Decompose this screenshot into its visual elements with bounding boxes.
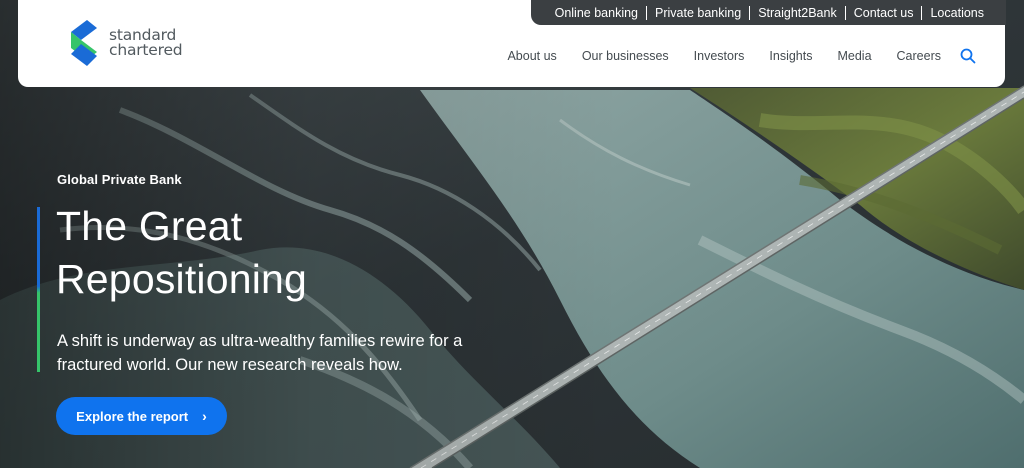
utility-link-contact-us[interactable]: Contact us (844, 5, 922, 20)
hero-headline-line-1: The Great (56, 203, 243, 249)
main-nav: About us Our businesses Investors Insigh… (482, 47, 977, 65)
brand-wordmark: standard chartered (109, 27, 183, 59)
nav-about-us[interactable]: About us (507, 49, 556, 63)
hero-headline: The Great Repositioning (56, 200, 307, 306)
utility-link-straight2bank[interactable]: Straight2Bank (749, 5, 845, 20)
nav-investors[interactable]: Investors (694, 49, 745, 63)
cta-label: Explore the report (76, 408, 189, 424)
nav-media[interactable]: Media (837, 49, 871, 63)
nav-insights[interactable]: Insights (769, 49, 812, 63)
brand-logo[interactable]: standard chartered (67, 18, 183, 68)
utility-link-locations[interactable]: Locations (921, 5, 992, 20)
hero-eyebrow: Global Private Bank (57, 172, 182, 187)
search-button[interactable] (959, 47, 977, 65)
utility-nav: Online banking Private banking Straight2… (530, 0, 1006, 25)
explore-report-button[interactable]: Explore the report › (56, 397, 227, 435)
brand-line-2: chartered (109, 41, 183, 59)
utility-link-online-banking[interactable]: Online banking (547, 6, 646, 20)
nav-our-businesses[interactable]: Our businesses (582, 49, 669, 63)
hero-accent-bar (37, 207, 40, 372)
search-icon (960, 48, 976, 64)
logo-mark-icon (71, 20, 97, 66)
hero-headline-line-2: Repositioning (56, 256, 308, 302)
hero-subtext: A shift is underway as ultra-wealthy fam… (57, 332, 463, 374)
chevron-right-icon: › (202, 408, 207, 424)
nav-careers[interactable]: Careers (897, 49, 941, 63)
utility-link-private-banking[interactable]: Private banking (646, 5, 749, 20)
